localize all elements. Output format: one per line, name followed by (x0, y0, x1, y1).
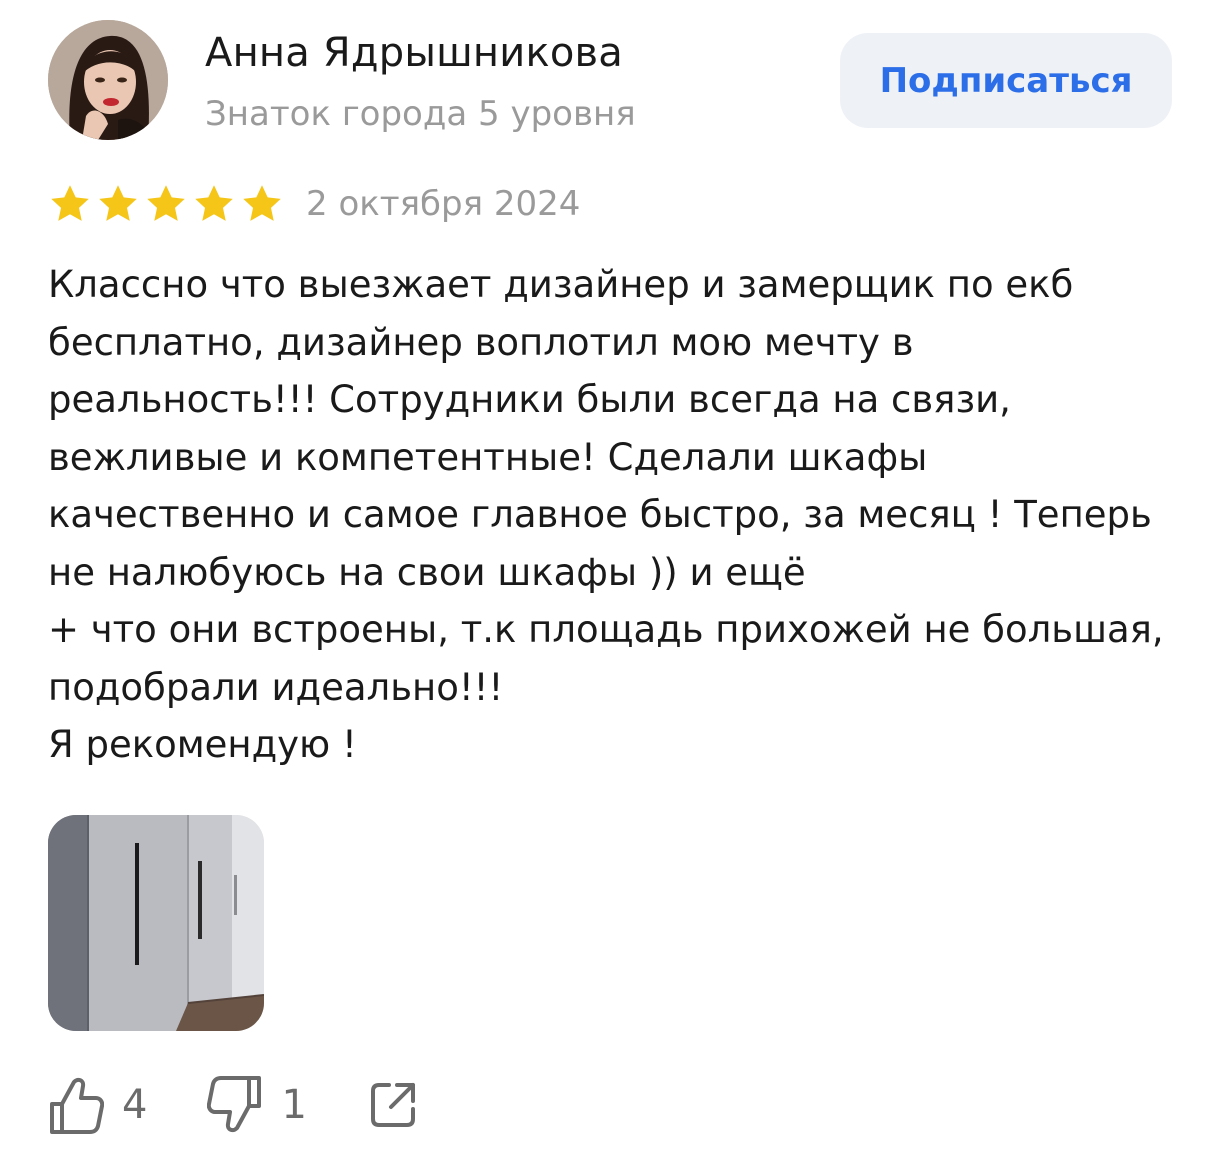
rating-stars (48, 182, 284, 226)
rating-row: 2 октября 2024 (48, 182, 580, 226)
star-icon (147, 185, 185, 221)
review-text: Классно что выезжает дизайнер и замерщик… (48, 263, 1164, 766)
share-icon (367, 1079, 419, 1131)
subscribe-button[interactable]: Подписаться (840, 33, 1172, 128)
review-date: 2 октября 2024 (306, 184, 581, 224)
author-avatar[interactable] (48, 20, 168, 140)
star-icon (99, 185, 137, 221)
star-icon (195, 185, 233, 221)
author-name[interactable]: Анна Ядрышникова (205, 30, 623, 76)
like-count: 4 (122, 1082, 148, 1128)
dislike-count: 1 (281, 1082, 307, 1128)
star-icon (51, 185, 89, 221)
review-card: Анна Ядрышникова Знаток города 5 уровня … (0, 0, 1220, 1176)
thumbs-up-icon (48, 1074, 104, 1136)
star-icon (243, 185, 281, 221)
dislike-button[interactable]: 1 (207, 1074, 307, 1136)
share-button[interactable] (367, 1079, 419, 1131)
review-actions: 4 1 (48, 1070, 419, 1140)
like-button[interactable]: 4 (48, 1074, 147, 1136)
avatar-image (48, 20, 168, 140)
review-photo[interactable] (48, 815, 264, 1031)
thumbs-down-icon (207, 1074, 263, 1136)
wardrobe-photo-image (48, 815, 264, 1031)
author-level: Знаток города 5 уровня (205, 94, 636, 134)
